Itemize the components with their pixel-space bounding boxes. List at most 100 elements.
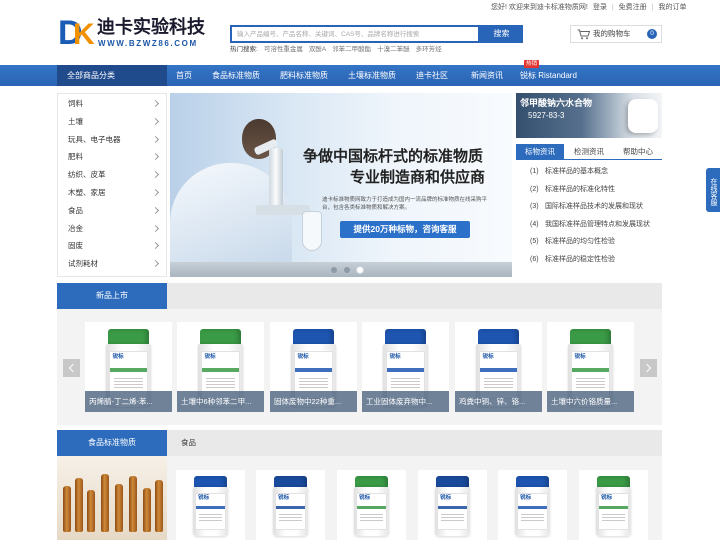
jar-brand-logo: 锐标 (297, 354, 309, 361)
carousel-prev-button[interactable] (63, 359, 80, 377)
news-item[interactable]: (3) 国际标准样品技术的发展和现状 (516, 198, 662, 216)
product-card[interactable]: 锐标 (256, 470, 325, 540)
carousel-dot[interactable] (331, 267, 337, 273)
product-card[interactable]: 锐标 (418, 470, 487, 540)
product-jar-image: 锐标 (272, 475, 309, 536)
product-card[interactable]: 锐标 工业固体废弃物中... (362, 322, 449, 412)
ampoule-vial-shape (87, 490, 95, 532)
jar-label: 锐标 (437, 492, 468, 530)
nav-home[interactable]: 首页 (176, 65, 192, 86)
jar-body: 锐标 (595, 487, 632, 536)
nav-food-standards[interactable]: 食品标准物质 (212, 65, 260, 86)
product-caption[interactable]: 鸡粪中铜、锌、铬... (455, 391, 542, 412)
sidebar-item-wood-plastic[interactable]: 木塑、家居 (58, 184, 166, 202)
hot-search-item[interactable]: 邻苯二甲酸酯 (332, 45, 371, 54)
login-link[interactable]: 登录 (593, 3, 607, 13)
news-item[interactable]: (1) 标准样品的基本概念 (516, 163, 662, 181)
orders-link[interactable]: 我的订单 (659, 3, 687, 13)
product-caption[interactable]: 固体废物中22种重... (270, 391, 357, 412)
sidebar-item-food[interactable]: 食品 (58, 202, 166, 220)
news-title: 标准样品的均匀性检验 (545, 238, 615, 246)
tab-testing-news[interactable]: 检测资讯 (565, 144, 613, 159)
all-categories-menu[interactable]: 全部商品分类 (57, 65, 167, 86)
jar-label-stripe (295, 367, 332, 373)
product-card[interactable]: 锐标 鸡粪中铜、锌、铬... (455, 322, 542, 412)
nav-news[interactable]: 新闻资讯 (471, 65, 503, 86)
sidebar-item-solid-waste[interactable]: 固废 (58, 237, 166, 255)
news-title: 国际标准样品技术的发展和现状 (545, 203, 643, 211)
section-tab-food[interactable]: 食品 (181, 430, 196, 456)
cart-button[interactable]: 我的购物车 0 (570, 25, 662, 43)
nav-fertilizer-standards[interactable]: 肥料标准物质 (280, 65, 328, 86)
food-category-image[interactable] (57, 456, 167, 540)
sidebar-item-label: 试剂耗材 (68, 259, 98, 269)
jar-body: 锐标 (434, 487, 471, 536)
tab-standard-news[interactable]: 标物资讯 (516, 144, 564, 159)
carousel-next-button[interactable] (640, 359, 657, 377)
sidebar-item-metallurgy[interactable]: 冶金 (58, 220, 166, 238)
product-jar-image: 锐标 (192, 475, 229, 536)
product-card[interactable]: 锐标 (498, 470, 567, 540)
news-item[interactable]: (2) 标准样品的标准化特性 (516, 181, 662, 199)
product-caption[interactable]: 土壤中六价铬质量... (547, 391, 634, 412)
product-caption[interactable]: 丙烯腈-丁二烯-苯... (85, 391, 172, 412)
search-input[interactable] (232, 27, 478, 41)
ampoule-vial-shape (63, 486, 71, 532)
news-item[interactable]: (6) 标准样品的稳定性检验 (516, 251, 662, 269)
carousel-dot[interactable] (344, 267, 350, 273)
sidebar-item-textile-leather[interactable]: 纺织、皮革 (58, 166, 166, 184)
nav-ristandard[interactable]: 锐标 Ristandard (520, 65, 577, 86)
nav-community[interactable]: 迪卡社区 (416, 65, 448, 86)
product-caption[interactable]: 工业固体废弃物中... (362, 391, 449, 412)
jar-label-text-lines (484, 376, 513, 390)
jar-label-text-lines (602, 512, 625, 523)
tab-help-center[interactable]: 帮助中心 (614, 144, 662, 159)
product-caption[interactable]: 土壤中6种邻苯二甲... (177, 391, 264, 412)
jar-lid (516, 475, 549, 488)
site-logo[interactable]: D K 迪卡实验科技 WWW.BZWZ86.COM (58, 14, 210, 54)
sidebar-item-label: 纺织、皮革 (68, 170, 106, 180)
register-link[interactable]: 免费注册 (619, 3, 647, 13)
sidebar-item-toys-electronics[interactable]: 玩具、电子电器 (58, 131, 166, 149)
product-card[interactable]: 锐标固体废物中22种重... (270, 322, 357, 412)
news-title: 标准样品的基本概念 (545, 168, 608, 175)
product-jar-image: 锐标 (514, 475, 551, 536)
sidebar-item-feed[interactable]: 饲料 (58, 95, 166, 113)
banner-headline: 争做中国标杆式的标准物质 (303, 148, 484, 165)
hot-search-item[interactable]: 多环芳烃 (416, 45, 442, 54)
jar-lid (194, 475, 227, 488)
sidebar-item-soil[interactable]: 土壤 (58, 113, 166, 131)
product-card[interactable]: 锐标土壤中6种邻苯二甲... (177, 322, 264, 412)
jar-label: 锐标 (517, 492, 548, 530)
promo-banner[interactable]: 邻甲酸钠六水合物 5927-83-3 (516, 93, 662, 138)
promo-product-image (628, 99, 658, 133)
hot-search-item[interactable]: 十溴二苯醚 (377, 45, 410, 54)
hot-search-bar: 热门搜索: 可溶性重金属 双酚A 邻苯二甲酸酯 十溴二苯醚 多环芳烃 (230, 45, 442, 54)
hot-search-item[interactable]: 可溶性重金属 (264, 45, 303, 54)
hero-banner[interactable]: 争做中国标杆式的标准物质 专业制造商和供应商 迪卡标准物质网致力于打造成为国内一… (170, 93, 512, 277)
chevron-right-icon (151, 206, 160, 214)
news-item[interactable]: (5) 标准样品的均匀性检验 (516, 233, 662, 251)
jar-brand-logo: 锐标 (204, 354, 216, 361)
jar-label-stripe (387, 367, 424, 373)
hot-search-item[interactable]: 双酚A (309, 45, 326, 54)
search-button[interactable]: 搜索 (480, 25, 523, 43)
sidebar-item-fertilizer[interactable]: 肥料 (58, 148, 166, 166)
sidebar-item-reagents[interactable]: 试剂耗材 (58, 255, 166, 273)
chevron-left-icon (68, 363, 78, 373)
product-card[interactable]: 锐标 土壤中六价铬质量... (547, 322, 634, 412)
jar-lid (200, 329, 241, 345)
product-card[interactable]: 锐标 丙烯腈-丁二烯-苯... (85, 322, 172, 412)
separator: | (651, 4, 654, 11)
product-card[interactable]: 锐标 (337, 470, 406, 540)
carousel-dot[interactable] (357, 267, 363, 273)
news-item[interactable]: (4) 我国标准样品管理特点和发展现状 (516, 216, 662, 234)
product-card[interactable]: 锐标 (579, 470, 648, 540)
online-service-tab[interactable]: 在线客服 (706, 168, 720, 212)
jar-brand-logo: 锐标 (359, 495, 371, 502)
nav-soil-standards[interactable]: 土壤标准物质 (348, 65, 396, 86)
banner-cta-button[interactable]: 提供20万种标物，咨询客服 (340, 221, 470, 238)
search-box (230, 25, 480, 43)
jar-brand-logo: 锐标 (278, 495, 290, 502)
product-card[interactable]: 锐标 (176, 470, 245, 540)
